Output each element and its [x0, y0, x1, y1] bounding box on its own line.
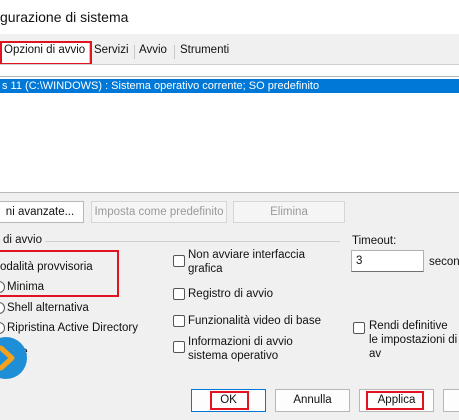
no-gui-label[interactable]: Non avviare interfaccia grafica — [188, 248, 318, 276]
boot-log-checkbox[interactable] — [173, 288, 185, 300]
alternate-shell-label[interactable]: Shell alternativa — [7, 301, 89, 315]
help-button[interactable] — [443, 389, 459, 412]
app-badge-icon — [0, 336, 28, 380]
highlight-box-tab — [0, 41, 92, 65]
ad-repair-label[interactable]: Ripristina Active Directory — [7, 321, 138, 335]
base-video-checkbox[interactable] — [173, 315, 185, 327]
cancel-button[interactable]: Annulla — [275, 389, 350, 412]
advanced-options-button[interactable]: ni avanzate... — [0, 201, 84, 223]
os-list-selected-entry[interactable]: s 11 (C:\WINDOWS) : Sistema operativo co… — [0, 79, 459, 93]
set-default-button[interactable]: Imposta come predefinito — [91, 201, 227, 223]
timeout-input[interactable]: 3 — [351, 250, 424, 272]
no-gui-checkbox[interactable] — [173, 255, 185, 267]
os-boot-info-checkbox[interactable] — [173, 341, 185, 353]
os-list[interactable] — [0, 76, 459, 193]
os-boot-info-label[interactable]: Informazioni di avvio sistema operativo — [188, 335, 318, 363]
tab-services[interactable]: Servizi — [94, 44, 129, 56]
delete-button[interactable]: Elimina — [233, 201, 345, 223]
boot-options-group-label: di avvio — [3, 234, 42, 246]
timeout-unit-label: secon — [429, 256, 459, 268]
boot-log-label[interactable]: Registro di avvio — [188, 287, 273, 301]
highlight-box-ok — [210, 391, 249, 410]
make-permanent-checkbox[interactable] — [353, 322, 365, 334]
timeout-label: Timeout: — [352, 235, 397, 247]
make-permanent-label[interactable]: Rendi definitive le impostazioni di av — [369, 319, 459, 361]
highlight-box-apply — [366, 391, 424, 410]
tab-separator — [134, 45, 135, 59]
tab-separator — [174, 45, 175, 59]
window-title: gurazione di sistema — [0, 9, 129, 25]
highlight-box-safe-mode — [0, 250, 119, 297]
tab-startup[interactable]: Avvio — [139, 44, 167, 56]
base-video-label[interactable]: Funzionalità video di base — [188, 314, 321, 328]
group-divider — [45, 241, 340, 242]
tab-tools[interactable]: Strumenti — [180, 44, 229, 56]
